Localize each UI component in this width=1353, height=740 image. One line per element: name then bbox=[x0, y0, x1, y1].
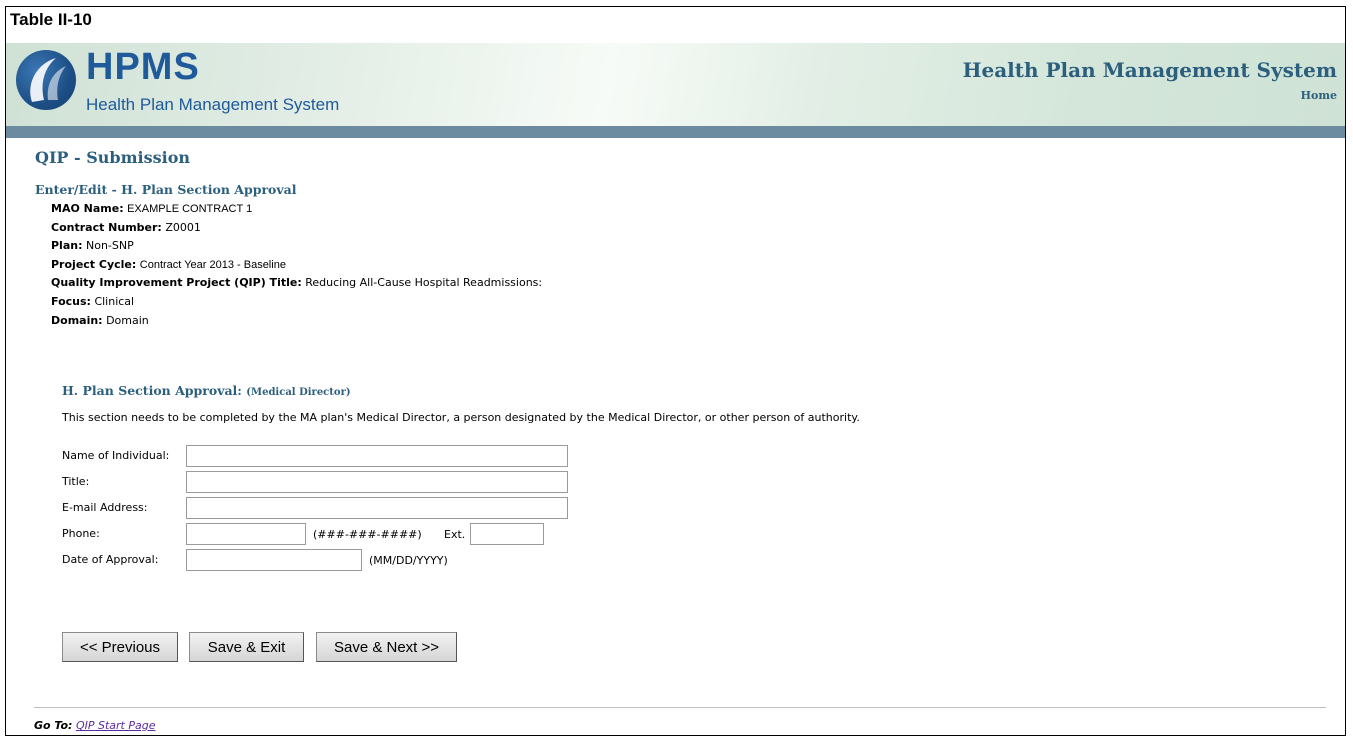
domain-row: Domain: Domain bbox=[51, 312, 542, 331]
domain-label: Domain: bbox=[51, 313, 103, 327]
date-input[interactable] bbox=[186, 549, 362, 571]
name-input[interactable] bbox=[186, 445, 568, 467]
qip-row: Quality Improvement Project (QIP) Title:… bbox=[51, 274, 542, 293]
ext-input[interactable] bbox=[470, 523, 544, 545]
phone-label: Phone: bbox=[62, 527, 100, 540]
save-exit-button[interactable]: Save & Exit bbox=[189, 632, 304, 662]
home-link[interactable]: Home bbox=[1301, 89, 1337, 102]
logo-subtitle: Health Plan Management System bbox=[86, 95, 340, 114]
email-label: E-mail Address: bbox=[62, 501, 148, 514]
qip-start-page-link[interactable]: QIP Start Page bbox=[76, 719, 156, 732]
save-next-button[interactable]: Save & Next >> bbox=[316, 632, 457, 662]
system-title: Health Plan Management System bbox=[962, 58, 1337, 82]
phone-input[interactable] bbox=[186, 523, 306, 545]
mao-value: EXAMPLE CONTRACT 1 bbox=[127, 203, 253, 215]
section-heading: Enter/Edit - H. Plan Section Approval bbox=[35, 182, 297, 197]
goto-bar: Go To: QIP Start Page bbox=[34, 719, 156, 732]
mao-row: MAO Name: EXAMPLE CONTRACT 1 bbox=[51, 200, 542, 219]
title-input[interactable] bbox=[186, 471, 568, 493]
cycle-value: Contract Year 2013 - Baseline bbox=[139, 258, 286, 271]
focus-row: Focus: Clinical bbox=[51, 293, 542, 312]
swoosh-icon bbox=[30, 58, 66, 102]
mao-label: MAO Name: bbox=[51, 202, 124, 215]
ext-label: Ext. bbox=[444, 528, 466, 541]
plan-row: Plan: Non-SNP bbox=[51, 237, 542, 256]
page-title: QIP - Submission bbox=[35, 148, 191, 167]
domain-value: Domain bbox=[106, 313, 149, 327]
approval-description: This section needs to be completed by th… bbox=[62, 411, 860, 424]
contract-label: Contract Number: bbox=[51, 220, 162, 234]
hpms-logo-icon bbox=[16, 50, 76, 110]
date-label: Date of Approval: bbox=[62, 553, 159, 566]
cycle-label: Project Cycle: bbox=[51, 257, 137, 271]
contract-info: MAO Name: EXAMPLE CONTRACT 1 Contract Nu… bbox=[51, 200, 542, 330]
logo-title: HPMS bbox=[86, 46, 200, 88]
name-label: Name of Individual: bbox=[62, 449, 170, 462]
footer-divider bbox=[34, 707, 1326, 708]
date-format-hint: (MM/DD/YYYY) bbox=[369, 554, 448, 567]
figure-frame: Table II-10 HPMS Health Plan Management … bbox=[5, 6, 1346, 736]
qip-value: Reducing All-Cause Hospital Readmissions… bbox=[305, 276, 543, 290]
email-input[interactable] bbox=[186, 497, 568, 519]
plan-value: Non-SNP bbox=[86, 239, 134, 253]
cycle-row: Project Cycle: Contract Year 2013 - Base… bbox=[51, 256, 542, 275]
header-divider bbox=[6, 126, 1345, 138]
contract-row: Contract Number: Z0001 bbox=[51, 219, 542, 238]
approval-title-sub: (Medical Director) bbox=[246, 387, 351, 398]
title-label: Title: bbox=[62, 475, 90, 488]
focus-label: Focus: bbox=[51, 294, 91, 308]
phone-format-hint: (###-###-####) bbox=[313, 528, 422, 541]
previous-button[interactable]: << Previous bbox=[62, 632, 178, 662]
header-banner: HPMS Health Plan Management System Healt… bbox=[6, 43, 1345, 126]
plan-label: Plan: bbox=[51, 239, 83, 253]
focus-value: Clinical bbox=[94, 294, 135, 308]
approval-section-title: H. Plan Section Approval: (Medical Direc… bbox=[62, 383, 351, 398]
goto-label: Go To: bbox=[34, 719, 73, 732]
qip-label: Quality Improvement Project (QIP) Title: bbox=[51, 276, 302, 290]
approval-title-text: H. Plan Section Approval: bbox=[62, 383, 242, 398]
contract-value: Z0001 bbox=[165, 220, 201, 234]
table-label: Table II-10 bbox=[10, 10, 92, 29]
